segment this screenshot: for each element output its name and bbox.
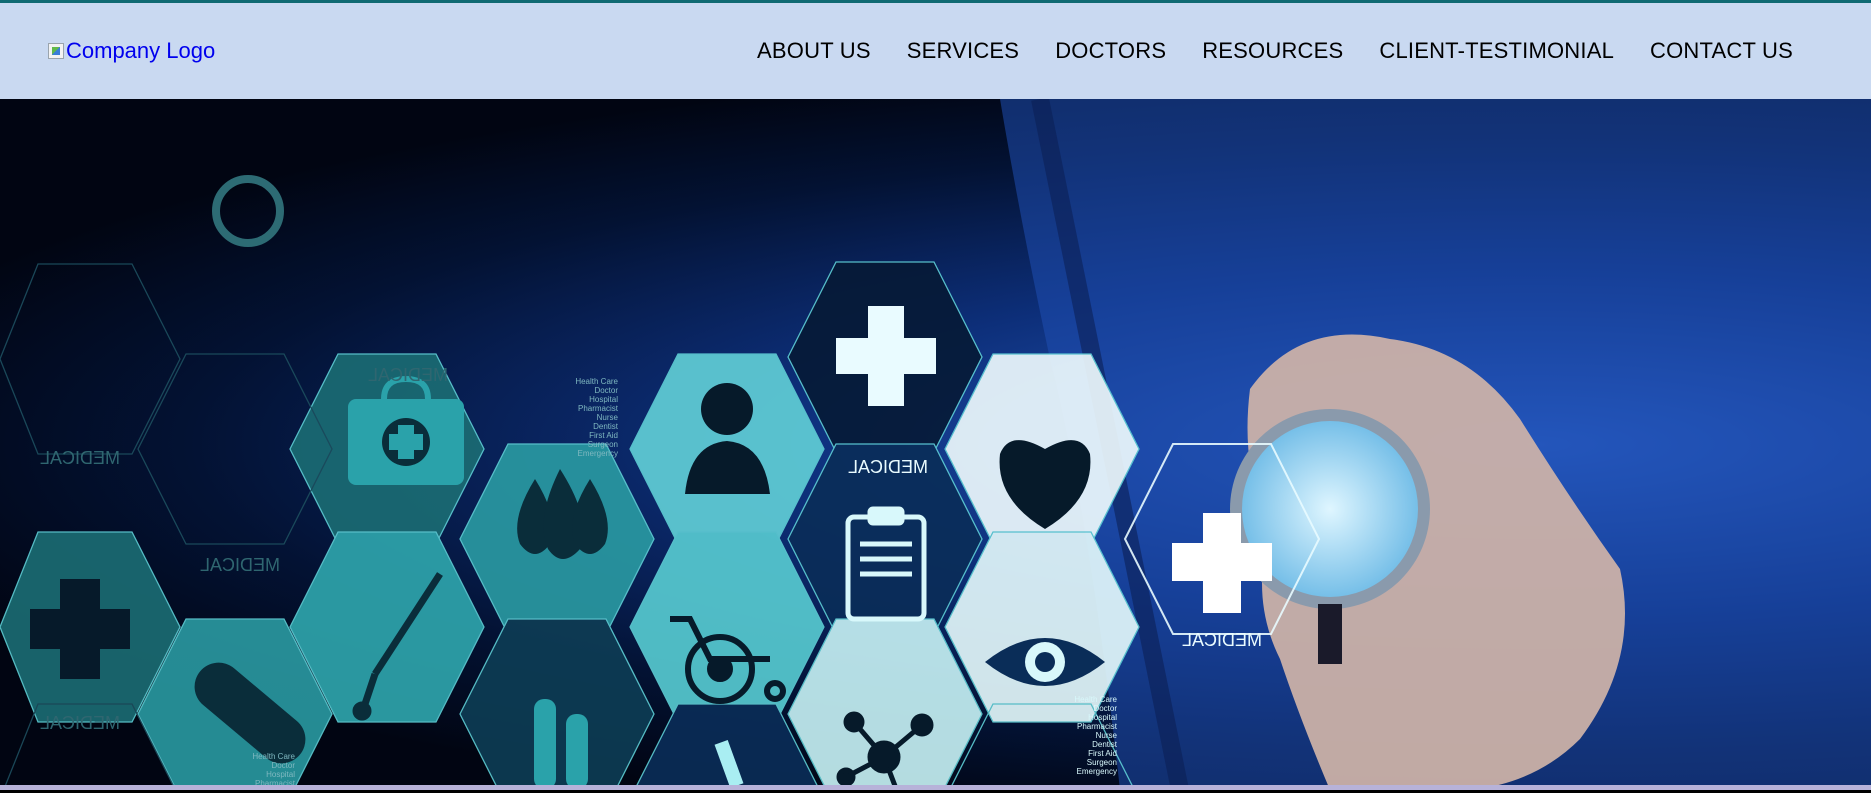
svg-text:Nurse: Nurse	[1096, 731, 1118, 740]
svg-text:Hospital: Hospital	[1088, 713, 1117, 722]
nav-about-us[interactable]: ABOUT US	[757, 38, 871, 64]
svg-text:Doctor: Doctor	[1093, 704, 1117, 713]
svg-text:Nurse: Nurse	[597, 413, 619, 422]
svg-text:Emergency: Emergency	[1077, 767, 1117, 776]
svg-text:Doctor: Doctor	[271, 761, 295, 770]
company-logo-alt-text: Company Logo	[66, 38, 216, 63]
hex-label-2: MEDICAL	[1182, 630, 1262, 650]
stethoscope-stem	[1318, 604, 1342, 664]
hex-label-6: MEDICAL	[40, 713, 120, 733]
svg-text:First Aid: First Aid	[1088, 749, 1117, 758]
svg-text:Health Care: Health Care	[575, 377, 618, 386]
svg-text:First Aid: First Aid	[589, 431, 618, 440]
svg-text:Dentist: Dentist	[593, 422, 619, 431]
broken-image-icon	[48, 43, 64, 59]
hex-test-tubes	[459, 618, 655, 790]
hex-label-5: MEDICAL	[40, 448, 120, 468]
svg-text:Dentist: Dentist	[1092, 740, 1118, 749]
bottom-border	[0, 785, 1871, 790]
nav-contact-us[interactable]: CONTACT US	[1650, 38, 1793, 64]
hero-banner: MEDICAL MEDICAL MEDICAL MEDICAL MEDICAL …	[0, 99, 1871, 790]
svg-text:Doctor: Doctor	[594, 386, 618, 395]
svg-text:Pharmacist: Pharmacist	[578, 404, 619, 413]
svg-text:Health Care: Health Care	[1074, 695, 1117, 704]
svg-text:Emergency: Emergency	[578, 449, 618, 458]
hero-medical-illustration: MEDICAL MEDICAL MEDICAL MEDICAL MEDICAL …	[0, 99, 1871, 790]
main-navigation: ABOUT US SERVICES DOCTORS RESOURCES CLIE…	[757, 38, 1793, 64]
hex-label-1: MEDICAL	[848, 457, 928, 477]
hex-label-4: MEDICAL	[200, 555, 280, 575]
ring-icon	[212, 175, 284, 247]
svg-text:Health Care: Health Care	[252, 752, 295, 761]
svg-text:Surgeon: Surgeon	[588, 440, 618, 449]
nav-resources[interactable]: RESOURCES	[1202, 38, 1343, 64]
svg-text:Pharmacist: Pharmacist	[1077, 722, 1118, 731]
svg-text:Surgeon: Surgeon	[1087, 758, 1117, 767]
hex-label-3: MEDICAL	[368, 365, 448, 385]
svg-text:Hospital: Hospital	[266, 770, 295, 779]
svg-text:Hospital: Hospital	[589, 395, 618, 404]
hex-wheelchair	[629, 531, 825, 723]
company-logo-link[interactable]: Company Logo	[48, 38, 215, 64]
nav-doctors[interactable]: DOCTORS	[1055, 38, 1166, 64]
nav-services[interactable]: SERVICES	[907, 38, 1019, 64]
hex-outline-1	[0, 263, 181, 455]
nav-client-testimonial[interactable]: CLIENT-TESTIMONIAL	[1379, 38, 1614, 64]
site-header: Company Logo ABOUT US SERVICES DOCTORS R…	[0, 3, 1871, 99]
